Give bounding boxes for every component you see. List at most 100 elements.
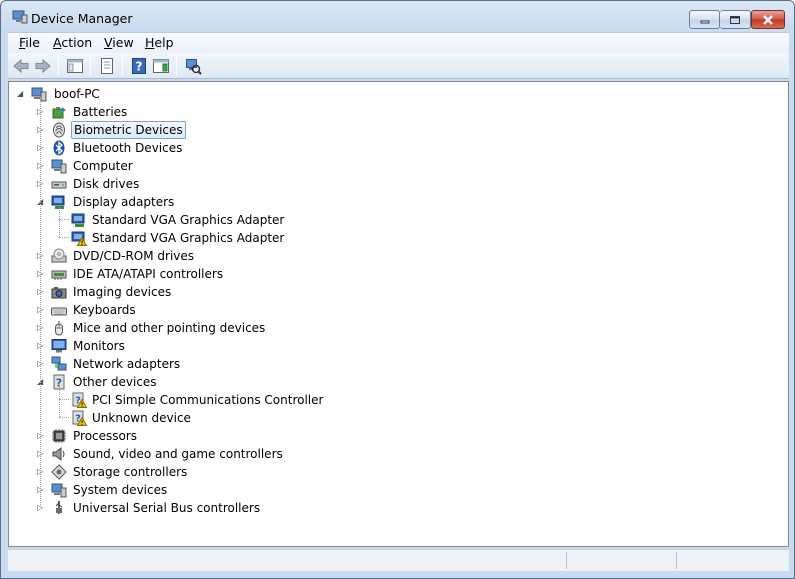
expand-arrow-icon[interactable]: ▷ [37,485,46,494]
tree-device-label: Standard VGA Graphics Adapter [92,231,285,245]
tree-connector [59,387,60,417]
display-adapter-warning-icon [71,231,87,246]
camera-icon [51,287,67,299]
expand-arrow-icon[interactable]: ▷ [37,125,46,134]
tree-category-label: Disk drives [73,177,140,191]
tree-category-label: Sound, video and game controllers [73,447,283,461]
maximize-icon [730,15,740,24]
status-bar [8,549,789,571]
tree-category-label: DVD/CD-ROM drives [73,249,195,263]
speaker-icon [52,446,65,462]
tree-category-label: IDE ATA/ATAPI controllers [73,267,224,281]
keyboard-icon [51,307,67,316]
tree-category-label: Other devices [73,375,157,389]
expand-arrow-icon[interactable]: ▷ [37,503,46,512]
tree-category-label: Keyboards [73,303,136,317]
computer-icon [51,159,67,174]
show-hide-console-tree-icon[interactable] [66,57,84,75]
expand-arrow-icon[interactable]: ▷ [37,179,46,188]
maximize-button[interactable] [720,10,751,29]
menu-bar: File Action View Help [8,32,789,53]
toolbar-separator [122,57,123,75]
tree-device-label: PCI Simple Communications Controller [92,393,324,407]
battery-icon [52,107,66,119]
expand-arrow-icon[interactable]: ▷ [37,323,46,332]
tree-root-label: boof-PC [54,87,100,101]
forward-icon[interactable] [34,57,52,75]
menu-file-label: ile [25,35,40,50]
usb-icon [55,501,63,514]
tree-category-label: Computer [73,159,133,173]
expand-arrow-icon[interactable]: ▷ [37,251,46,260]
expand-arrow-icon[interactable]: ▷ [37,305,46,314]
expand-arrow-icon[interactable]: ▷ [37,449,46,458]
tree-category-label: Mice and other pointing devices [73,321,266,335]
svg-text:?: ? [136,60,143,74]
expand-arrow-icon[interactable]: ▷ [37,431,46,440]
collapse-arrow-icon[interactable]: ◢ [37,197,46,206]
back-icon[interactable] [12,57,30,75]
expand-arrow-icon[interactable]: ▷ [37,143,46,152]
expand-arrow-icon[interactable]: ▷ [37,161,46,170]
expand-arrow-icon[interactable]: ▷ [37,359,46,368]
root-computer-icon [31,87,47,102]
unknown-device-warning-icon: ? [72,392,87,408]
title-bar[interactable]: Device Manager [1,1,794,33]
tree-category-label: Bluetooth Devices [73,141,183,155]
close-icon [763,14,773,25]
tree-connector [59,207,60,237]
menu-action[interactable]: Action [53,35,92,50]
expand-arrow-icon[interactable]: ▷ [37,341,46,350]
tree-connector [59,417,69,418]
menu-action-label: ction [61,35,93,50]
expand-arrow-icon[interactable]: ▷ [37,107,46,116]
expand-arrow-icon[interactable]: ▷ [37,287,46,296]
ide-controller-icon [51,270,67,280]
close-button[interactable] [751,10,785,29]
device-manager-window: Device Manager File Action View Help ? ◢… [0,0,795,579]
menu-help-accel: H [145,35,155,50]
tree-category-label: Storage controllers [73,465,188,479]
bluetooth-icon [53,140,65,156]
status-panel [676,552,789,569]
help-icon[interactable]: ? [130,57,148,75]
toolbar-separator [58,57,59,75]
system-device-icon [51,483,67,498]
toolbar-separator [90,57,91,75]
menu-help[interactable]: Help [145,35,174,50]
monitor-icon [51,339,67,353]
scan-hardware-changes-icon[interactable] [184,57,202,75]
storage-controller-icon [51,464,67,480]
menu-view[interactable]: View [104,35,134,50]
tree-connector [59,219,69,220]
menu-help-label: elp [154,35,174,50]
properties-icon[interactable] [98,57,116,75]
tree-connector [59,399,69,400]
fingerprint-icon [53,122,65,138]
tree-connector [40,99,41,507]
collapse-arrow-icon[interactable]: ◢ [37,377,46,386]
menu-view-label: iew [112,35,134,50]
expand-arrow-icon[interactable]: ▷ [37,467,46,476]
collapse-arrow-icon[interactable]: ◢ [17,89,26,98]
status-panel [566,552,676,569]
menu-file[interactable]: File [19,35,40,50]
disk-drive-icon [51,181,67,189]
tree-category-label: Processors [73,429,138,443]
tree-category-label: Network adapters [73,357,181,371]
tree-category-label: Display adapters [73,195,175,209]
mouse-icon [55,321,63,336]
tree-category-label: Universal Serial Bus controllers [73,501,261,515]
unknown-device-warning-icon: ? [72,410,87,426]
show-action-pane-icon[interactable] [152,57,170,75]
device-tree[interactable]: ◢ boof-PC ▷ Batteries ▷ Biometric Devices ▷ Blu… [8,81,789,547]
tree-category-label: System devices [73,483,168,497]
minimize-icon [700,20,709,23]
minimize-button[interactable] [689,10,720,29]
device-manager-icon [12,10,28,24]
expand-arrow-icon[interactable]: ▷ [37,269,46,278]
tree-device-label: Standard VGA Graphics Adapter [92,213,285,227]
tree-category-label: Biometric Devices [71,121,186,139]
tree-category-label: Imaging devices [73,285,172,299]
tree-connector [59,237,69,238]
